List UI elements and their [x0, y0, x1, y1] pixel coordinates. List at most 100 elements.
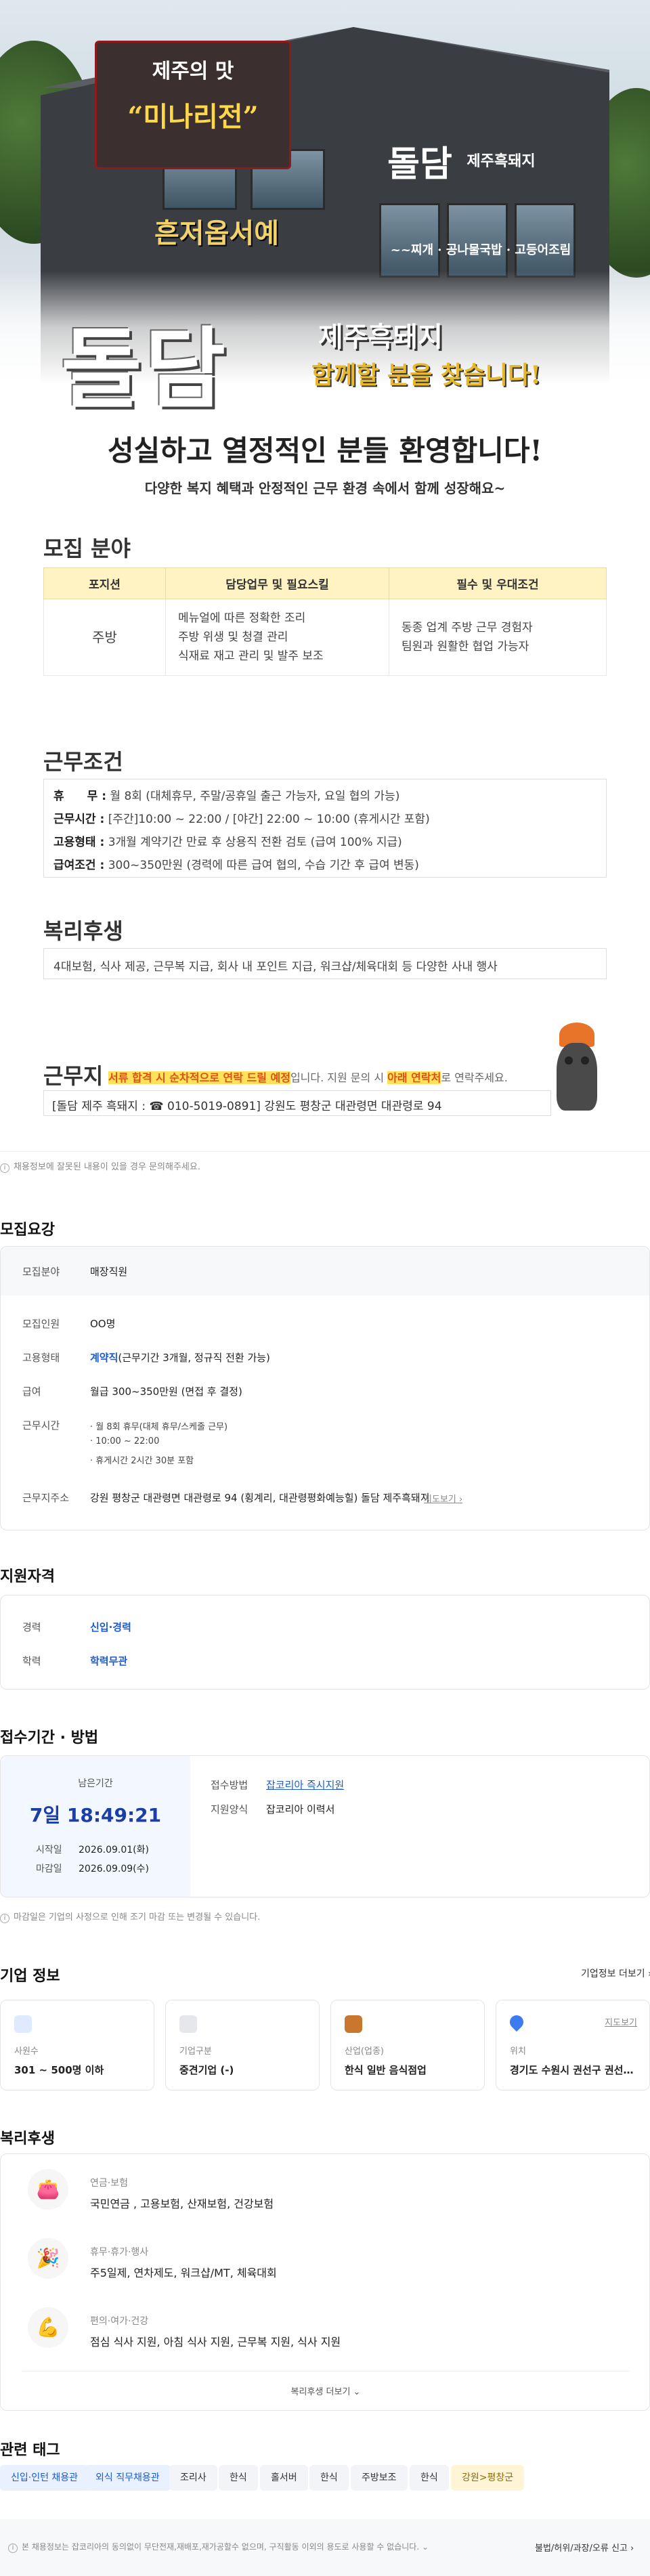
brand-sub-text: 제주흑돼지: [318, 321, 443, 353]
type-value: 계약직(근무기간 3개월, 정규직 전환 가능): [90, 1350, 270, 1365]
start-value: 2026.09.01(화): [79, 1845, 149, 1855]
tag-chip[interactable]: 홀서버: [260, 2465, 308, 2491]
quick-apply-link[interactable]: 잡코리아 즉시지원: [266, 1778, 344, 1792]
time-label: 근무시간: [22, 1419, 60, 1432]
hero-banner-image: 제주의 맛 “미나리전” 흔저옵서예 돌담 제주흑돼지 ~~찌개 · 공나물국밥…: [0, 0, 650, 433]
briefcase-icon: [345, 2015, 362, 2033]
notice-top: i 채용정보에 잘못된 내용이 있을 경우 문의해주세요.: [0, 1159, 200, 1173]
note-highlight: 아래 연락처: [387, 1071, 441, 1084]
time-item-text: 10:00 ~ 22:00: [95, 1436, 160, 1446]
location-pin-icon: [506, 2012, 527, 2032]
workplace-address: [돌담 제주 흑돼지 : ☎ 010-5019-0891] 강원도 평창군 대관…: [43, 1090, 551, 1116]
condition-row: 고용형태 : 3개월 계약기간 만료 후 상용직 전환 검토 (급여 100% …: [53, 832, 402, 849]
workplace-title: 근무지: [43, 1059, 159, 1093]
people-icon: [14, 2015, 32, 2033]
card-label: 사원수: [14, 2046, 39, 2057]
work-conditions-title: 근무조건: [43, 745, 158, 779]
qualification-title: 지원자격: [0, 1568, 55, 1585]
remain-label: 남은기간: [78, 1778, 113, 1789]
condition-row: 근무시간 : [주간]10:00 ~ 22:00 / [야간] 22:00 ~ …: [53, 809, 430, 826]
apply-title: 접수기간 · 방법: [0, 1730, 99, 1746]
position-cell: 주방: [43, 599, 166, 676]
benefits-title: 복리후생: [0, 2130, 55, 2147]
side-sign-sub: 제주흑돼지: [467, 152, 536, 170]
company-more-text: 기업정보 더보기: [581, 1969, 645, 1979]
sign-main-text: “미나리전”: [127, 101, 259, 133]
duties-cell: 메뉴얼에 따른 정확한 조리 주방 위생 및 청결 관리 식재료 재고 관리 및…: [165, 599, 389, 676]
company-title: 기업 정보: [0, 1968, 60, 1985]
type-value-highlight: 계약직: [90, 1352, 118, 1364]
table-header: 담당업무 및 필요스킬: [165, 567, 389, 599]
work-conditions-box: 휴 무 : 월 8회 (대체휴무, 주말/공휴일 출근 가능자, 요일 협의 가…: [43, 779, 607, 878]
footer-notice: i 본 채용정보는 잡코리아의 동의없이 무단전재,재배포,재가공할수 없으며, …: [8, 2541, 429, 2553]
coin-icon: 👛: [28, 2169, 68, 2210]
report-link[interactable]: 불법/허위/과장/오류 신고 ›: [535, 2541, 634, 2554]
company-card-employees: 사원수 301 ~ 500명 이하: [0, 2000, 154, 2090]
condition-label: 고용형태 :: [53, 836, 105, 849]
company-card-industry: 산업(업종) 한식 일반 음식점업: [330, 2000, 485, 2090]
education-value: 학력무관: [90, 1655, 128, 1667]
tag-chip[interactable]: 주방보조: [351, 2465, 408, 2491]
note-text: 로 연락주세요.: [441, 1071, 508, 1084]
tag-chip[interactable]: 한식: [309, 2465, 349, 2491]
intro-subline: 다양한 복지 혜택과 안정적인 근무 환경 속에서 함께 성장해요~: [144, 480, 506, 496]
tag-chip[interactable]: 신입·인턴 채용관: [0, 2465, 89, 2491]
summary-panel: 모집분야 매장직원 모집인원 OO명 고용형태 계약직(근무기간 3개월, 정규…: [0, 1246, 650, 1530]
tag-chip[interactable]: 한식: [410, 2465, 449, 2491]
time-item: · 월 8회 휴무(대체 휴무/스케줄 근무): [90, 1422, 228, 1432]
time-item-text: 월 8회 휴무(대체 휴무/스케줄 근무): [95, 1422, 228, 1432]
duty-item: 주방 위생 및 청결 관리: [178, 630, 288, 644]
notice-top-text: 채용정보에 잘못된 내용이 있을 경우 문의해주세요.: [14, 1162, 200, 1172]
qualification-panel: 경력 신입·경력 학력 학력무관: [0, 1595, 650, 1690]
duty-item: 메뉴얼에 따른 정확한 조리: [178, 611, 306, 625]
table-header: 포지션: [43, 567, 166, 599]
method-label: 접수방법: [211, 1779, 248, 1791]
tag-chip[interactable]: 한식: [219, 2465, 258, 2491]
end-value: 2026.09.09(수): [79, 1864, 149, 1874]
dol-hareubang-icon: [550, 1023, 604, 1117]
type-label: 고용형태: [22, 1352, 60, 1364]
condition-label: 급여조건 :: [53, 859, 105, 872]
benefit-value: 주5일제, 연차제도, 워크샵/MT, 체육대회: [90, 2267, 277, 2279]
benefit-value: 국민연금 , 고용보험, 산재보험, 건강보험: [90, 2197, 274, 2210]
company-more-link[interactable]: 기업정보 더보기 ›: [581, 1967, 650, 1980]
map-link[interactable]: 지도보기 ›: [424, 1492, 462, 1505]
apply-note: i 마감일은 기업의 사정으로 인해 조기 마감 또는 변경될 수 있습니다.: [0, 1910, 260, 1923]
location-value: 강원 평창군 대관령면 대관령로 94 (횡계리, 대관령평화예능힐) 돌담 제…: [90, 1492, 430, 1504]
tag-chip[interactable]: 외식 직무채용관: [85, 2465, 171, 2491]
condition-row: 휴 무 : 월 8회 (대체휴무, 주말/공휴일 출근 가능자, 요일 협의 가…: [53, 786, 399, 803]
career-label: 경력: [22, 1621, 41, 1633]
benefits-more-button[interactable]: 복리후생 더보기 ⌄: [1, 2384, 650, 2397]
benefits-panel: 👛 연금·보험 국민연금 , 고용보험, 산재보험, 건강보험 🎉 휴무·휴가·…: [0, 2153, 650, 2411]
benefits-more-text: 복리후생 더보기: [290, 2387, 351, 2397]
card-value: 중견기업 (-): [179, 2064, 234, 2076]
time-item: · 10:00 ~ 22:00: [90, 1436, 160, 1446]
info-icon: i: [0, 1163, 9, 1173]
workplace-note: 서류 합격 시 순차적으로 연락 드릴 예정입니다. 지원 문의 시 아래 연락…: [108, 1069, 508, 1085]
footer-notice-text: 본 채용정보는 잡코리아의 동의없이 무단전재,재배포,재가공할수 없으며, 구…: [22, 2542, 420, 2552]
tags-title: 관련 태그: [0, 2442, 60, 2459]
muscle-icon: 💪: [28, 2307, 68, 2348]
company-map-link[interactable]: 지도보기: [605, 2015, 637, 2028]
welfare-text: 4대보험, 식사 제공, 근무복 지급, 회사 내 포인트 지급, 워크샵/체육…: [43, 948, 607, 979]
count-label: 모집인원: [22, 1318, 60, 1330]
condition-row: 급여조건 : 300~350만원 (경력에 따른 급여 협의, 수습 기간 후 …: [53, 855, 419, 872]
condition-value: 월 8회 (대체휴무, 주말/공휴일 출근 가능자, 요일 협의 가능): [110, 790, 400, 803]
condition-label: 휴 무 :: [53, 790, 106, 803]
field-label: 모집분야: [22, 1266, 60, 1278]
note-text: 입니다. 지원 문의 시: [290, 1071, 388, 1084]
condition-value: 3개월 계약기간 만료 후 상용직 전환 검토 (급여 100% 지급): [108, 836, 402, 849]
condition-value: [주간]10:00 ~ 22:00 / [야간] 22:00 ~ 10:00 (…: [108, 813, 430, 826]
menu-strip-text: ~~찌개 · 공나물국밥 · 고등어조림: [390, 243, 571, 257]
side-sign-name: 돌담: [387, 144, 452, 185]
apply-note-text: 마감일은 기업의 사정으로 인해 조기 마감 또는 변경될 수 있습니다.: [14, 1912, 261, 1923]
remain-countdown: 7일 18:49:21: [29, 1804, 162, 1826]
info-icon: i: [0, 1914, 9, 1923]
tag-chip[interactable]: 조리사: [169, 2465, 217, 2491]
intro-headline: 성실하고 열정적인 분들 환영합니다!: [108, 434, 542, 467]
card-value: 301 ~ 500명 이하: [14, 2064, 104, 2076]
time-item: · 휴게시간 2시간 30분 포함: [90, 1456, 194, 1466]
note-highlight: 서류 합격 시 순차적으로 연락 드릴 예정: [108, 1071, 290, 1084]
party-icon: 🎉: [28, 2238, 68, 2279]
tag-chip[interactable]: 강원>평창군: [451, 2465, 525, 2491]
